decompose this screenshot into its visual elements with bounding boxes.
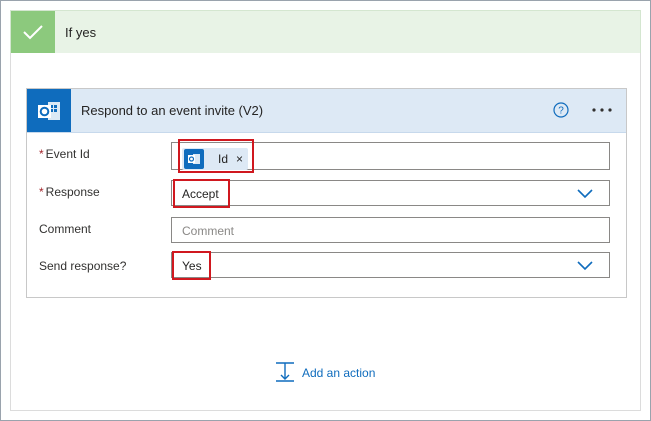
- action-title: Respond to an event invite (V2): [81, 103, 264, 118]
- send-response-label: Send response?: [39, 259, 127, 273]
- required-marker: *: [39, 185, 44, 199]
- if-yes-title: If yes: [65, 25, 97, 40]
- action-card: Respond to an event invite (V2) ? * Event…: [26, 88, 627, 298]
- comment-input[interactable]: Comment: [171, 217, 610, 243]
- event-id-label: * Event Id: [39, 147, 90, 161]
- if-yes-header[interactable]: If yes: [10, 10, 641, 54]
- comment-label: Comment: [39, 222, 92, 236]
- more-icon[interactable]: [587, 99, 617, 121]
- response-highlight: [173, 179, 230, 208]
- chevron-down-icon[interactable]: [577, 188, 593, 200]
- action-card-header[interactable]: Respond to an event invite (V2) ?: [27, 89, 626, 133]
- response-dropdown[interactable]: Accept: [171, 180, 610, 206]
- outlook-icon: [27, 89, 71, 132]
- chevron-down-icon[interactable]: [577, 260, 593, 272]
- add-action-button[interactable]: Add an action: [274, 361, 376, 386]
- event-id-highlight: [178, 139, 254, 173]
- send-response-dropdown[interactable]: Yes: [171, 252, 610, 278]
- required-marker: *: [39, 147, 44, 161]
- send-response-highlight: [172, 251, 211, 280]
- response-label: * Response: [39, 185, 100, 199]
- svg-text:?: ?: [558, 106, 564, 117]
- comment-placeholder: Comment: [182, 224, 235, 238]
- add-action-label: Add an action: [302, 366, 376, 380]
- help-icon[interactable]: ?: [552, 101, 570, 119]
- add-action-icon: [274, 361, 296, 386]
- check-icon: [11, 11, 55, 53]
